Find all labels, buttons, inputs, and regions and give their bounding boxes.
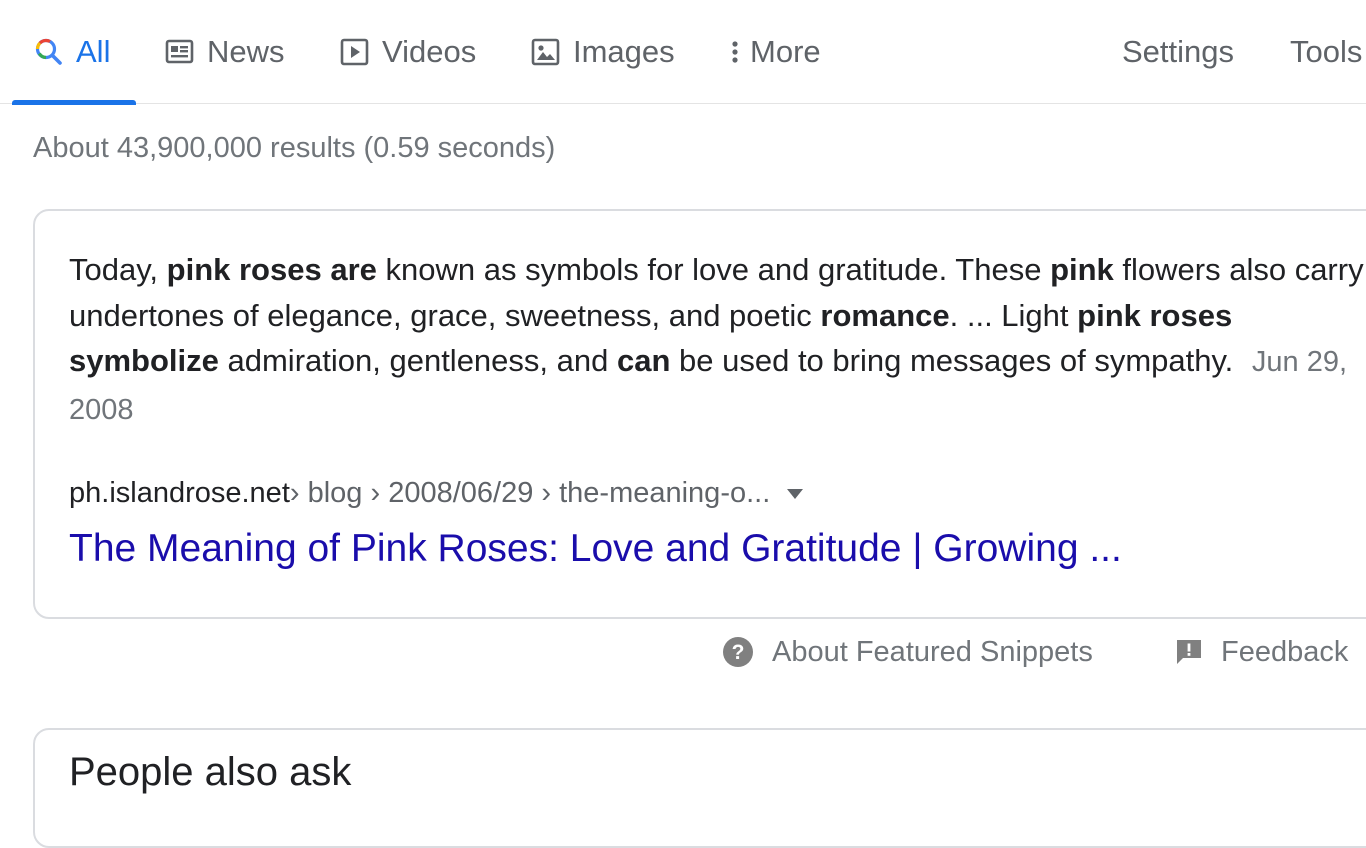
- citation-domain: ph.islandrose.net: [69, 477, 290, 509]
- snippet-highlight: pink roses are: [166, 252, 377, 287]
- feedback-icon: [1175, 638, 1203, 666]
- snippet-highlight: pink: [1050, 252, 1114, 287]
- feedback-link[interactable]: Feedback: [1175, 630, 1348, 674]
- tab-images[interactable]: Images: [531, 0, 675, 104]
- snippet-text: Today, pink roses are known as symbols f…: [69, 247, 1366, 433]
- tab-all-label: All: [76, 34, 111, 69]
- feedback-label: Feedback: [1221, 635, 1349, 668]
- snippet-text-part: Today,: [69, 252, 167, 287]
- result-stats: About 43,900,000 results (0.59 seconds): [33, 132, 556, 164]
- featured-snippet-card: Today, pink roses are known as symbols f…: [33, 209, 1366, 619]
- tab-images-label: Images: [573, 34, 675, 69]
- tools-label: Tools: [1290, 34, 1363, 69]
- search-icon: [34, 37, 64, 67]
- more-vert-icon: [728, 38, 742, 66]
- help-icon: ?: [722, 636, 754, 668]
- tab-more-label: More: [750, 34, 821, 69]
- about-featured-snippets-link[interactable]: ? About Featured Snippets: [722, 630, 1093, 674]
- search-tabs-bar: All News Videos Images More Settings Too…: [0, 0, 1366, 105]
- image-icon: [531, 38, 561, 66]
- tab-news[interactable]: News: [165, 0, 285, 104]
- video-icon: [340, 38, 370, 66]
- tab-videos[interactable]: Videos: [340, 0, 476, 104]
- news-icon: [165, 38, 195, 66]
- snippet-text-part: be used to bring messages of sympathy.: [670, 343, 1234, 378]
- tab-more[interactable]: More: [728, 0, 821, 104]
- snippet-highlight: can: [616, 343, 671, 378]
- svg-text:?: ?: [732, 641, 745, 664]
- tab-videos-label: Videos: [382, 34, 477, 69]
- snippet-text-part: known as symbols for love and gratitude.…: [376, 252, 1051, 287]
- result-title-link[interactable]: The Meaning of Pink Roses: Love and Grat…: [69, 527, 1122, 571]
- people-also-ask-card: People also ask: [33, 728, 1366, 848]
- snippet-highlight: romance: [820, 297, 950, 333]
- result-citation: ph.islandrose.net › blog › 2008/06/29 › …: [69, 477, 804, 510]
- about-featured-snippets-label: About Featured Snippets: [772, 635, 1093, 668]
- chevron-down-icon[interactable]: [786, 488, 804, 500]
- snippet-text-part: . ... Light: [949, 297, 1078, 333]
- tab-news-label: News: [207, 34, 285, 69]
- people-also-ask-title: People also ask: [69, 750, 352, 794]
- settings-label: Settings: [1122, 34, 1235, 69]
- snippet-text-part: admiration, gentleness, and: [218, 343, 617, 378]
- tools-link[interactable]: Tools: [1290, 0, 1362, 104]
- tab-all[interactable]: All: [11, 0, 138, 105]
- citation-path: › blog › 2008/06/29 › the-meaning-o...: [289, 477, 771, 509]
- settings-link[interactable]: Settings: [1122, 0, 1234, 104]
